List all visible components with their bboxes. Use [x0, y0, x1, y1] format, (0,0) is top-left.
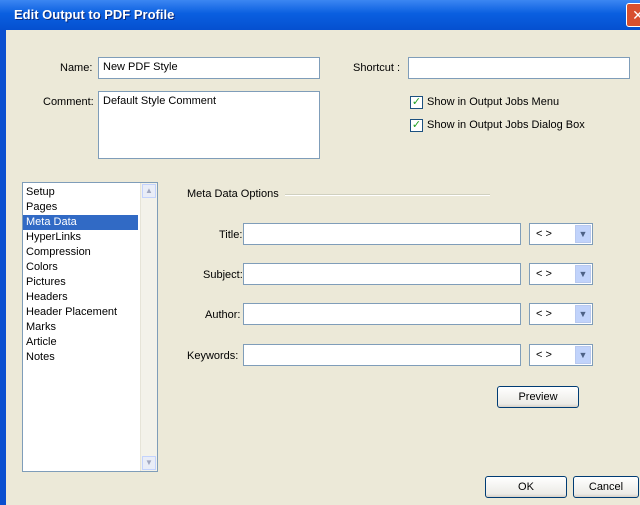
- title-field-select-value: < >: [536, 228, 552, 240]
- name-input[interactable]: New PDF Style: [98, 57, 320, 79]
- subject-field-select[interactable]: < > ▼: [529, 263, 593, 285]
- group-divider: [285, 194, 490, 196]
- subject-field-select-value: < >: [536, 268, 552, 280]
- keywords-input[interactable]: [243, 344, 521, 366]
- sidebar-item-compression[interactable]: Compression: [23, 245, 138, 260]
- author-field-select[interactable]: < > ▼: [529, 303, 593, 325]
- window-frame-left: [0, 30, 6, 505]
- show-jobs-menu-label: Show in Output Jobs Menu: [427, 96, 560, 108]
- edit-pdf-profile-dialog: Edit Output to PDF Profile ✕ Name: New P…: [0, 0, 640, 505]
- author-input[interactable]: [243, 303, 521, 325]
- sidebar-item-headers[interactable]: Headers: [23, 290, 138, 305]
- keywords-field-select[interactable]: < > ▼: [529, 344, 593, 366]
- shortcut-input[interactable]: [408, 57, 630, 79]
- window-title: Edit Output to PDF Profile: [14, 7, 175, 22]
- name-label: Name:: [60, 62, 93, 74]
- chevron-down-icon[interactable]: ▼: [575, 265, 591, 283]
- author-label: Author:: [205, 309, 241, 321]
- sidebar-item-header-placement[interactable]: Header Placement: [23, 305, 138, 320]
- ok-button[interactable]: OK: [485, 476, 567, 498]
- settings-category-list[interactable]: Setup Pages Meta Data HyperLinks Compres…: [22, 182, 158, 472]
- meta-data-group-title: Meta Data Options: [187, 188, 279, 200]
- sidebar-item-notes[interactable]: Notes: [23, 350, 138, 365]
- subject-input[interactable]: [243, 263, 521, 285]
- chevron-down-icon[interactable]: ▼: [575, 225, 591, 243]
- sidebar-item-hyperlinks[interactable]: HyperLinks: [23, 230, 138, 245]
- title-input[interactable]: [243, 223, 521, 245]
- title-field-select[interactable]: < > ▼: [529, 223, 593, 245]
- list-scrollbar[interactable]: ▲ ▼: [140, 183, 157, 471]
- author-field-select-value: < >: [536, 308, 552, 320]
- show-jobs-menu-checkbox[interactable]: ✓: [410, 96, 423, 109]
- scroll-up-icon[interactable]: ▲: [142, 184, 156, 198]
- keywords-field-select-value: < >: [536, 349, 552, 361]
- cancel-button[interactable]: Cancel: [573, 476, 639, 498]
- sidebar-item-article[interactable]: Article: [23, 335, 138, 350]
- sidebar-item-pictures[interactable]: Pictures: [23, 275, 138, 290]
- title-bar[interactable]: Edit Output to PDF Profile ✕: [0, 0, 640, 30]
- close-icon[interactable]: ✕: [626, 3, 640, 27]
- chevron-down-icon[interactable]: ▼: [575, 305, 591, 323]
- scroll-down-icon[interactable]: ▼: [142, 456, 156, 470]
- preview-button[interactable]: Preview: [497, 386, 579, 408]
- sidebar-item-setup[interactable]: Setup: [23, 185, 138, 200]
- comment-label: Comment:: [43, 96, 94, 108]
- sidebar-item-colors[interactable]: Colors: [23, 260, 138, 275]
- title-label: Title:: [219, 229, 243, 241]
- chevron-down-icon[interactable]: ▼: [575, 346, 591, 364]
- show-jobs-dialog-checkbox[interactable]: ✓: [410, 119, 423, 132]
- sidebar-item-marks[interactable]: Marks: [23, 320, 138, 335]
- show-jobs-dialog-label: Show in Output Jobs Dialog Box: [427, 119, 585, 131]
- comment-textarea[interactable]: Default Style Comment: [98, 91, 320, 159]
- keywords-label: Keywords:: [187, 350, 239, 362]
- shortcut-label: Shortcut :: [353, 62, 401, 74]
- sidebar-item-meta-data[interactable]: Meta Data: [23, 215, 138, 230]
- sidebar-item-pages[interactable]: Pages: [23, 200, 138, 215]
- subject-label: Subject:: [203, 269, 243, 281]
